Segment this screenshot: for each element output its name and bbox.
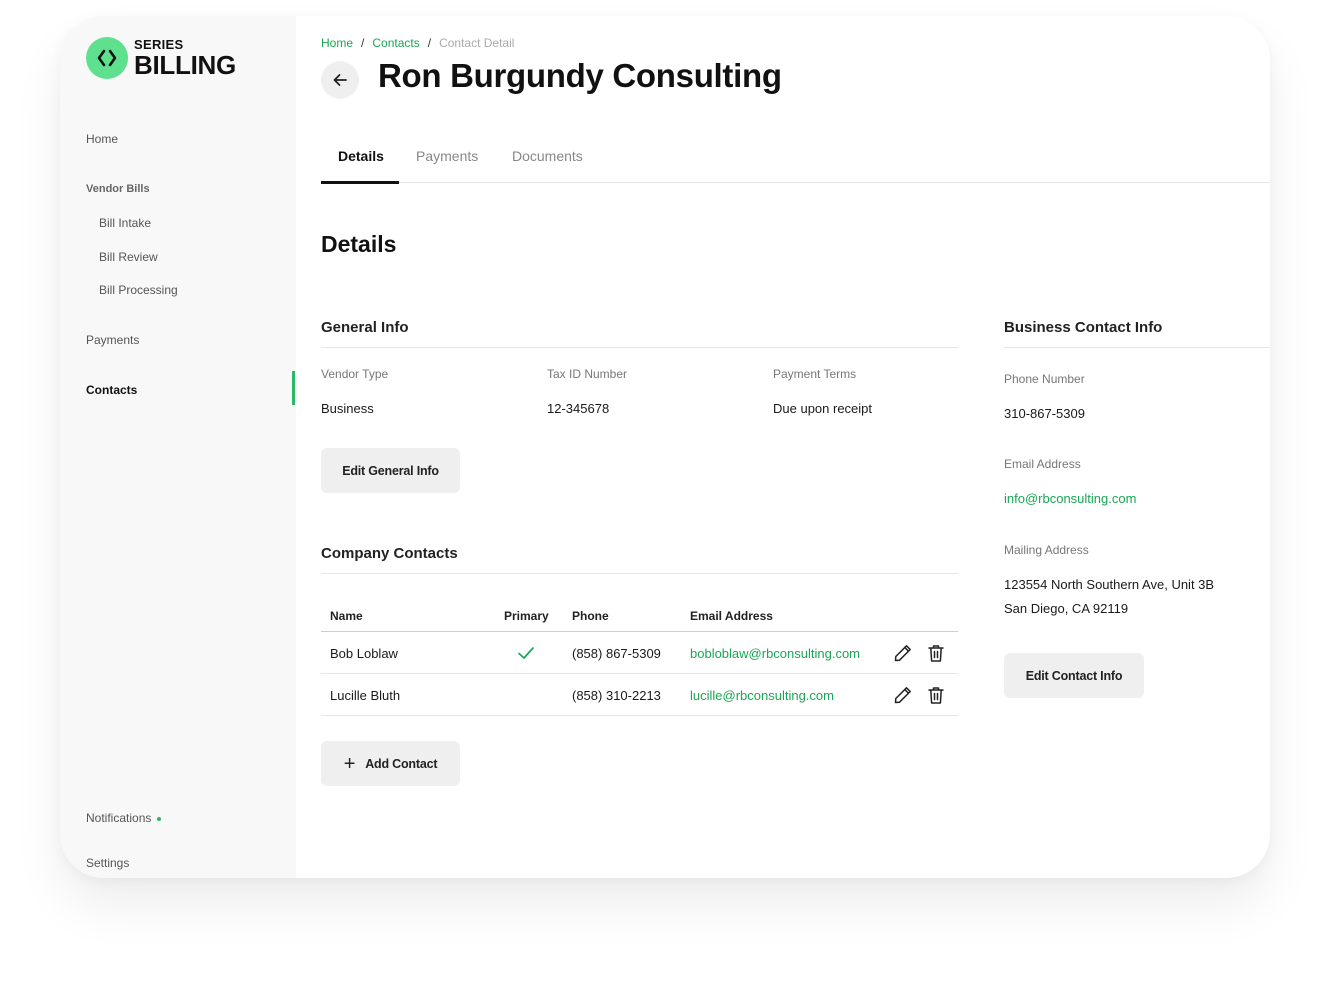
email-address-label: Email Address	[1004, 457, 1081, 471]
sidebar-item-notifications[interactable]: Notifications	[86, 811, 162, 825]
sidebar-item-settings[interactable]: Settings	[86, 856, 129, 870]
back-button[interactable]	[321, 61, 359, 99]
contact-email-link[interactable]: lucille@rbconsulting.com	[690, 688, 834, 703]
contact-phone: (858) 867-5309	[572, 646, 661, 661]
payment-terms-value: Due upon receipt	[773, 401, 873, 416]
plus-icon: +	[343, 752, 356, 775]
app-window: SERIES BILLING Home Vendor Bills Bill In…	[60, 16, 1270, 878]
contact-name: Bob Loblaw	[330, 646, 398, 661]
page-title: Ron Burgundy Consulting	[378, 57, 782, 94]
active-nav-indicator	[292, 371, 295, 405]
phone-number-label: Phone Number	[1004, 372, 1085, 386]
breadcrumb: Home / Contacts / Contact Detail	[321, 36, 514, 50]
brand-wordmark: SERIES BILLING	[134, 38, 236, 78]
check-icon	[518, 647, 534, 659]
sidebar-item-home[interactable]: Home	[86, 132, 118, 146]
column-header-name: Name	[330, 609, 363, 623]
brand-logo[interactable]: SERIES BILLING	[86, 37, 236, 79]
sidebar-item-bill-review[interactable]: Bill Review	[99, 250, 158, 264]
general-info-title: General Info	[321, 319, 409, 336]
contact-phone: (858) 310-2213	[572, 688, 661, 703]
contact-name: Lucille Bluth	[330, 688, 401, 703]
trash-icon[interactable]	[926, 685, 946, 705]
sidebar-item-label: Notifications	[86, 811, 152, 825]
mailing-address-line2: San Diego, CA 92119	[1004, 601, 1129, 616]
code-brackets-icon	[86, 37, 128, 79]
table-header-divider	[321, 631, 958, 632]
arrow-left-icon	[333, 74, 347, 86]
sidebar-item-bill-intake[interactable]: Bill Intake	[99, 216, 151, 230]
tab-bar: Details Payments Documents	[321, 138, 1270, 184]
divider	[321, 573, 958, 574]
tax-id-value: 12-345678	[547, 401, 610, 416]
vendor-type-label: Vendor Type	[321, 367, 389, 381]
pencil-icon[interactable]	[893, 643, 913, 663]
breadcrumb-separator: /	[361, 36, 365, 50]
payment-terms-label: Payment Terms	[773, 367, 857, 381]
notification-dot-icon	[157, 816, 162, 821]
column-header-primary: Primary	[504, 609, 549, 623]
sidebar-item-bill-processing[interactable]: Bill Processing	[99, 283, 178, 297]
tab-payments[interactable]: Payments	[416, 148, 478, 164]
column-header-email: Email Address	[690, 609, 773, 623]
sidebar-item-contacts[interactable]: Contacts	[86, 383, 137, 397]
phone-number-value: 310-867-5309	[1004, 406, 1085, 421]
edit-general-info-button[interactable]: Edit General Info	[321, 448, 460, 493]
company-contacts-title: Company Contacts	[321, 545, 458, 562]
sidebar-item-payments[interactable]: Payments	[86, 333, 139, 347]
breadcrumb-current: Contact Detail	[439, 36, 515, 50]
sidebar: SERIES BILLING Home Vendor Bills Bill In…	[60, 16, 296, 878]
column-header-phone: Phone	[572, 609, 609, 623]
email-address-link[interactable]: info@rbconsulting.com	[1004, 491, 1136, 506]
tab-documents[interactable]: Documents	[512, 148, 583, 164]
divider	[1004, 347, 1270, 348]
add-contact-button[interactable]: + Add Contact	[321, 741, 460, 786]
business-contact-title: Business Contact Info	[1004, 319, 1163, 336]
contact-email-link[interactable]: bobloblaw@rbconsulting.com	[690, 646, 860, 661]
table-row-divider	[321, 673, 958, 674]
mailing-address-label: Mailing Address	[1004, 543, 1089, 557]
tab-details[interactable]: Details	[338, 148, 384, 164]
details-heading: Details	[321, 231, 397, 257]
mailing-address-line1: 123554 North Southern Ave, Unit 3B	[1004, 577, 1215, 592]
sidebar-group-vendor-bills[interactable]: Vendor Bills	[86, 183, 150, 195]
brand-billing: BILLING	[134, 50, 236, 80]
pencil-icon[interactable]	[893, 685, 913, 705]
breadcrumb-contacts[interactable]: Contacts	[372, 36, 419, 50]
table-row-divider	[321, 715, 958, 716]
edit-contact-info-button[interactable]: Edit Contact Info	[1004, 653, 1144, 698]
breadcrumb-separator: /	[427, 36, 432, 50]
divider	[321, 347, 958, 348]
trash-icon[interactable]	[926, 643, 946, 663]
main-content: Home / Contacts / Contact Detail Ron Bur…	[296, 16, 1270, 878]
vendor-type-value: Business	[321, 401, 374, 416]
breadcrumb-home[interactable]: Home	[321, 36, 353, 50]
active-tab-underline	[321, 181, 399, 184]
tax-id-label: Tax ID Number	[547, 367, 628, 381]
add-contact-label: Add Contact	[365, 756, 438, 771]
